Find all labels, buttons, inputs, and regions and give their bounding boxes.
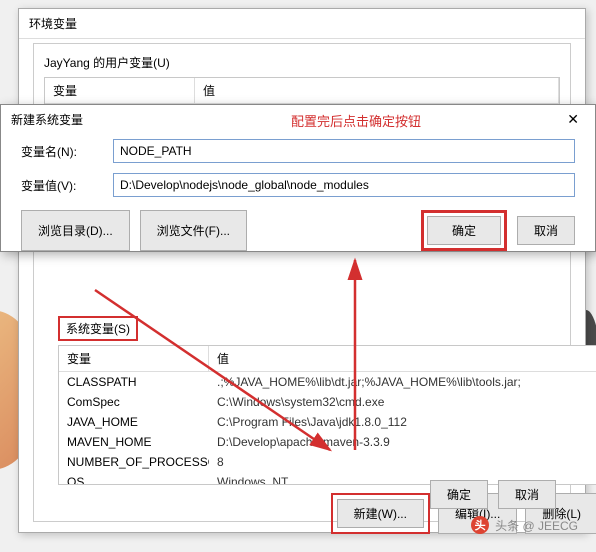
system-vars-table[interactable]: 变量 值 CLASSPATH.;%JAVA_HOME%\lib\dt.jar;%… — [58, 345, 596, 485]
close-icon[interactable]: ✕ — [557, 109, 589, 130]
table-row[interactable]: JAVA_HOMEC:\Program Files\Java\jdk1.8.0_… — [59, 412, 596, 432]
var-name-input[interactable] — [113, 139, 575, 163]
dialog-title: 环境变量 — [19, 9, 585, 39]
var-value-cell: C:\Windows\system32\cmd.exe — [209, 392, 596, 412]
environment-variables-dialog: 环境变量 JayYang 的用户变量(U) 变量 值 系统变量(S) 变量 值 … — [18, 8, 586, 533]
table-row[interactable]: CLASSPATH.;%JAVA_HOME%\lib\dt.jar;%JAVA_… — [59, 372, 596, 392]
var-value-cell: .;%JAVA_HOME%\lib\dt.jar;%JAVA_HOME%\lib… — [209, 372, 596, 392]
var-value-cell: D:\Develop\apache-maven-3.3.9 — [209, 432, 596, 452]
var-value-cell: 8 — [209, 452, 596, 472]
cancel-button[interactable]: 取消 — [498, 480, 556, 509]
table-row[interactable]: NUMBER_OF_PROCESSORS8 — [59, 452, 596, 472]
col-variable: 变量 — [45, 78, 195, 103]
var-value-input[interactable] — [113, 173, 575, 197]
var-name-cell: CLASSPATH — [59, 372, 209, 392]
var-name-label: 变量名(N): — [21, 143, 101, 160]
var-name-cell: ComSpec — [59, 392, 209, 412]
table-row[interactable]: MAVEN_HOMED:\Develop\apache-maven-3.3.9 — [59, 432, 596, 452]
watermark-icon: 头 — [471, 516, 489, 534]
var-value-cell: C:\Program Files\Java\jdk1.8.0_112 — [209, 412, 596, 432]
highlight-box-new: 新建(W)... — [331, 493, 430, 534]
cancel-button[interactable]: 取消 — [517, 216, 575, 245]
table-row[interactable]: ComSpecC:\Windows\system32\cmd.exe — [59, 392, 596, 412]
highlight-box-ok: 确定 — [421, 210, 507, 251]
new-button[interactable]: 新建(W)... — [337, 499, 424, 528]
watermark-text: 头条 @ JEECG — [495, 517, 578, 534]
browse-dir-button[interactable]: 浏览目录(D)... — [21, 210, 130, 251]
col-value: 值 — [195, 78, 559, 103]
col-variable: 变量 — [59, 346, 209, 371]
var-name-cell: JAVA_HOME — [59, 412, 209, 432]
browse-file-button[interactable]: 浏览文件(F)... — [140, 210, 247, 251]
system-vars-label: 系统变量(S) — [58, 316, 138, 341]
annotation-text: 配置完后点击确定按钮 — [291, 111, 421, 130]
var-name-cell: MAVEN_HOME — [59, 432, 209, 452]
dialog-title: 新建系统变量 — [11, 111, 83, 128]
var-value-label: 变量值(V): — [21, 177, 101, 194]
var-name-cell: NUMBER_OF_PROCESSORS — [59, 452, 209, 472]
var-name-cell: OS — [59, 472, 209, 485]
new-system-variable-dialog: 新建系统变量 ✕ 配置完后点击确定按钮 变量名(N): 变量值(V): 浏览目录… — [0, 104, 596, 252]
ok-button[interactable]: 确定 — [427, 216, 501, 245]
user-vars-label: JayYang 的用户变量(U) — [34, 44, 570, 77]
col-value: 值 — [209, 346, 596, 371]
watermark: 头 头条 @ JEECG — [471, 516, 578, 534]
ok-button[interactable]: 确定 — [430, 480, 488, 509]
